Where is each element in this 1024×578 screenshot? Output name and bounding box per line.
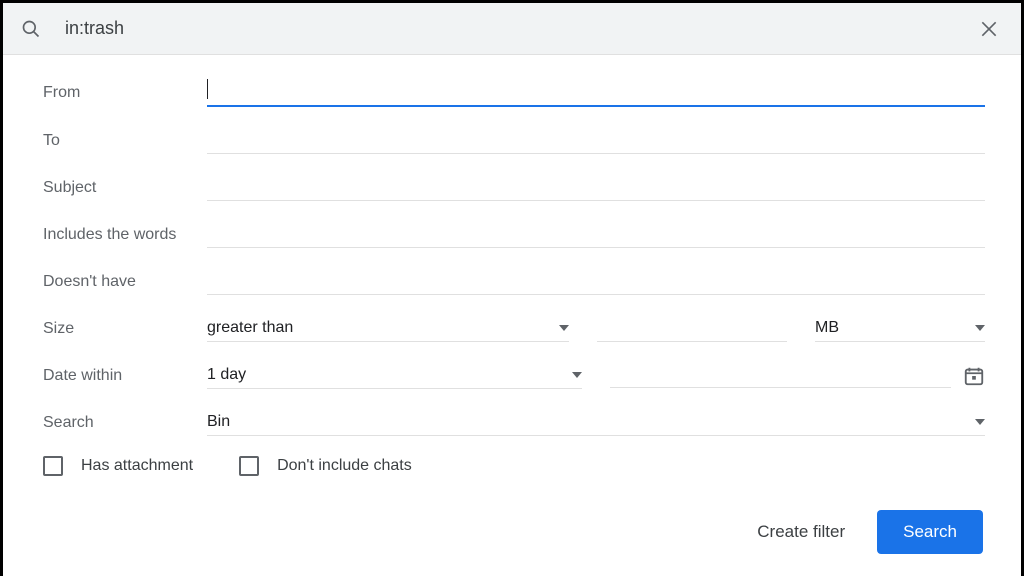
search-bar xyxy=(3,3,1021,55)
from-input[interactable] xyxy=(207,79,985,107)
row-doesnt-have: Doesn't have xyxy=(43,268,985,295)
search-icon[interactable] xyxy=(21,19,41,39)
label-to: To xyxy=(43,132,207,150)
label-size: Size xyxy=(43,320,207,338)
footer-actions: Create filter Search xyxy=(43,510,985,554)
size-value-input[interactable] xyxy=(597,315,787,342)
chevron-down-icon xyxy=(572,372,582,378)
row-search-in: Search Bin xyxy=(43,409,985,436)
size-comparator-value: greater than xyxy=(207,319,551,337)
text-caret xyxy=(207,79,208,99)
search-in-select[interactable]: Bin xyxy=(207,409,985,436)
size-unit-value: MB xyxy=(815,319,967,337)
to-input[interactable] xyxy=(207,127,985,154)
size-unit-select[interactable]: MB xyxy=(815,315,985,342)
calendar-icon[interactable] xyxy=(963,365,985,387)
search-button[interactable]: Search xyxy=(877,510,983,554)
includes-input[interactable] xyxy=(207,221,985,248)
dont-include-chats-checkbox[interactable]: Don't include chats xyxy=(239,456,412,476)
checkbox-box xyxy=(43,456,63,476)
size-comparator-select[interactable]: greater than xyxy=(207,315,569,342)
advanced-search-panel: From To Subject Includes the words Doesn… xyxy=(3,55,1021,578)
row-includes: Includes the words xyxy=(43,221,985,248)
dont-include-chats-label: Don't include chats xyxy=(277,457,412,475)
date-picker-field[interactable] xyxy=(610,364,951,388)
chevron-down-icon xyxy=(975,419,985,425)
row-to: To xyxy=(43,127,985,154)
label-includes: Includes the words xyxy=(43,226,207,244)
label-from: From xyxy=(43,84,207,102)
date-within-select[interactable]: 1 day xyxy=(207,362,582,389)
label-doesnt-have: Doesn't have xyxy=(43,273,207,291)
chevron-down-icon xyxy=(559,325,569,331)
doesnt-have-input[interactable] xyxy=(207,268,985,295)
date-within-value: 1 day xyxy=(207,366,564,384)
checkbox-box xyxy=(239,456,259,476)
label-search-in: Search xyxy=(43,414,207,432)
search-query-input[interactable] xyxy=(63,17,975,40)
create-filter-button[interactable]: Create filter xyxy=(757,522,845,542)
chevron-down-icon xyxy=(975,325,985,331)
has-attachment-checkbox[interactable]: Has attachment xyxy=(43,456,193,476)
search-in-value: Bin xyxy=(207,413,967,431)
label-date-within: Date within xyxy=(43,367,207,385)
subject-input[interactable] xyxy=(207,174,985,201)
checkbox-row: Has attachment Don't include chats xyxy=(43,456,985,476)
row-from: From xyxy=(43,79,985,107)
row-size: Size greater than MB xyxy=(43,315,985,342)
label-subject: Subject xyxy=(43,179,207,197)
close-icon[interactable] xyxy=(975,15,1003,43)
row-subject: Subject xyxy=(43,174,985,201)
row-date-within: Date within 1 day xyxy=(43,362,985,389)
has-attachment-label: Has attachment xyxy=(81,457,193,475)
